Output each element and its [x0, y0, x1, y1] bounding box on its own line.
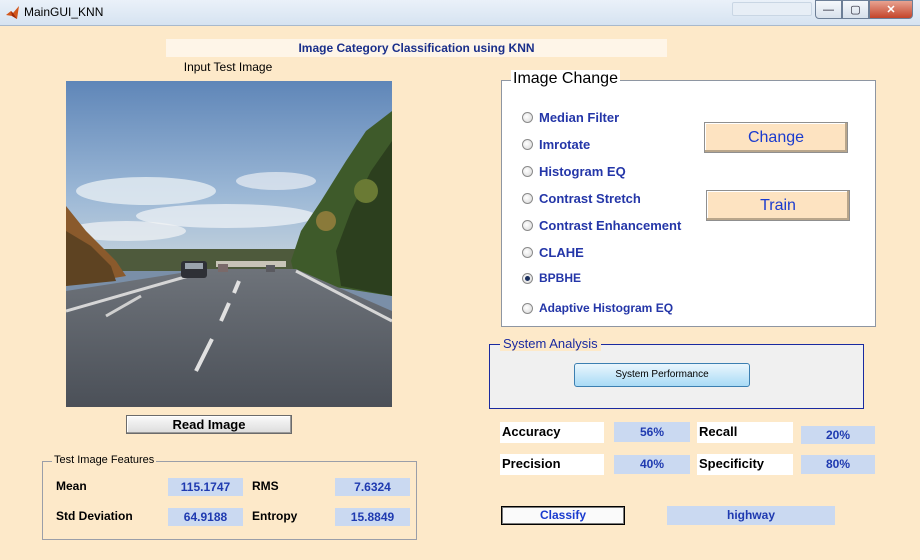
specificity-label: Specificity [697, 454, 793, 475]
entropy-label: Entropy [252, 509, 298, 523]
radio-bpbhe[interactable]: BPBHE [522, 271, 581, 285]
mean-value: 115.1747 [168, 478, 243, 496]
classify-button[interactable]: Classify [501, 506, 625, 525]
radio-button-icon[interactable] [522, 166, 533, 177]
change-button[interactable]: Change [704, 122, 848, 153]
maximize-icon: ▢ [850, 4, 861, 16]
mean-label: Mean [56, 479, 87, 493]
image-change-title: Image Change [511, 70, 620, 88]
minimize-button[interactable]: — [815, 0, 842, 19]
radio-imrotate[interactable]: Imrotate [522, 137, 590, 152]
maximize-button[interactable]: ▢ [842, 0, 869, 19]
page-title: Image Category Classification using KNN [166, 39, 667, 57]
features-panel-title: Test Image Features [52, 454, 157, 466]
radio-button-selected-icon[interactable] [522, 272, 533, 284]
radio-button-icon[interactable] [522, 247, 533, 258]
entropy-value: 15.8849 [335, 508, 410, 526]
classification-result: highway [667, 506, 835, 525]
system-performance-button[interactable]: System Performance [574, 363, 750, 387]
system-analysis-title: System Analysis [500, 336, 601, 351]
radio-adaptive-histogram-eq[interactable]: Adaptive Histogram EQ [522, 301, 673, 315]
recall-value: 20% [801, 426, 875, 444]
precision-value: 40% [614, 455, 690, 474]
std-deviation-value: 64.9188 [168, 508, 243, 526]
background-search-box [732, 2, 812, 16]
test-image-features-panel [42, 461, 417, 540]
rms-value: 7.6324 [335, 478, 410, 496]
read-image-button[interactable]: Read Image [126, 415, 292, 434]
rms-label: RMS [252, 479, 279, 493]
radio-button-icon[interactable] [522, 112, 533, 123]
minimize-icon: — [823, 3, 834, 16]
radio-histogram-eq[interactable]: Histogram EQ [522, 164, 626, 179]
radio-contrast-stretch[interactable]: Contrast Stretch [522, 191, 641, 206]
close-button[interactable]: ✕ [869, 0, 913, 19]
test-image [66, 81, 392, 407]
accuracy-label: Accuracy [500, 422, 604, 443]
highway-photo [66, 81, 392, 407]
std-deviation-label: Std Deviation [56, 509, 133, 523]
radio-button-icon[interactable] [522, 220, 533, 231]
precision-label: Precision [500, 454, 604, 475]
close-icon: ✕ [886, 4, 896, 16]
matlab-icon [6, 6, 19, 19]
radio-button-icon[interactable] [522, 193, 533, 204]
train-button[interactable]: Train [706, 190, 850, 221]
radio-clahe[interactable]: CLAHE [522, 245, 584, 260]
radio-median-filter[interactable]: Median Filter [522, 110, 619, 125]
input-image-label: Input Test Image [183, 60, 273, 74]
recall-label: Recall [697, 422, 793, 443]
accuracy-value: 56% [614, 422, 690, 442]
radio-contrast-enhancement[interactable]: Contrast Enhancement [522, 218, 681, 233]
radio-button-icon[interactable] [522, 302, 533, 314]
specificity-value: 80% [801, 455, 875, 474]
radio-button-icon[interactable] [522, 139, 533, 150]
window-title: MainGUI_KNN [24, 5, 104, 19]
